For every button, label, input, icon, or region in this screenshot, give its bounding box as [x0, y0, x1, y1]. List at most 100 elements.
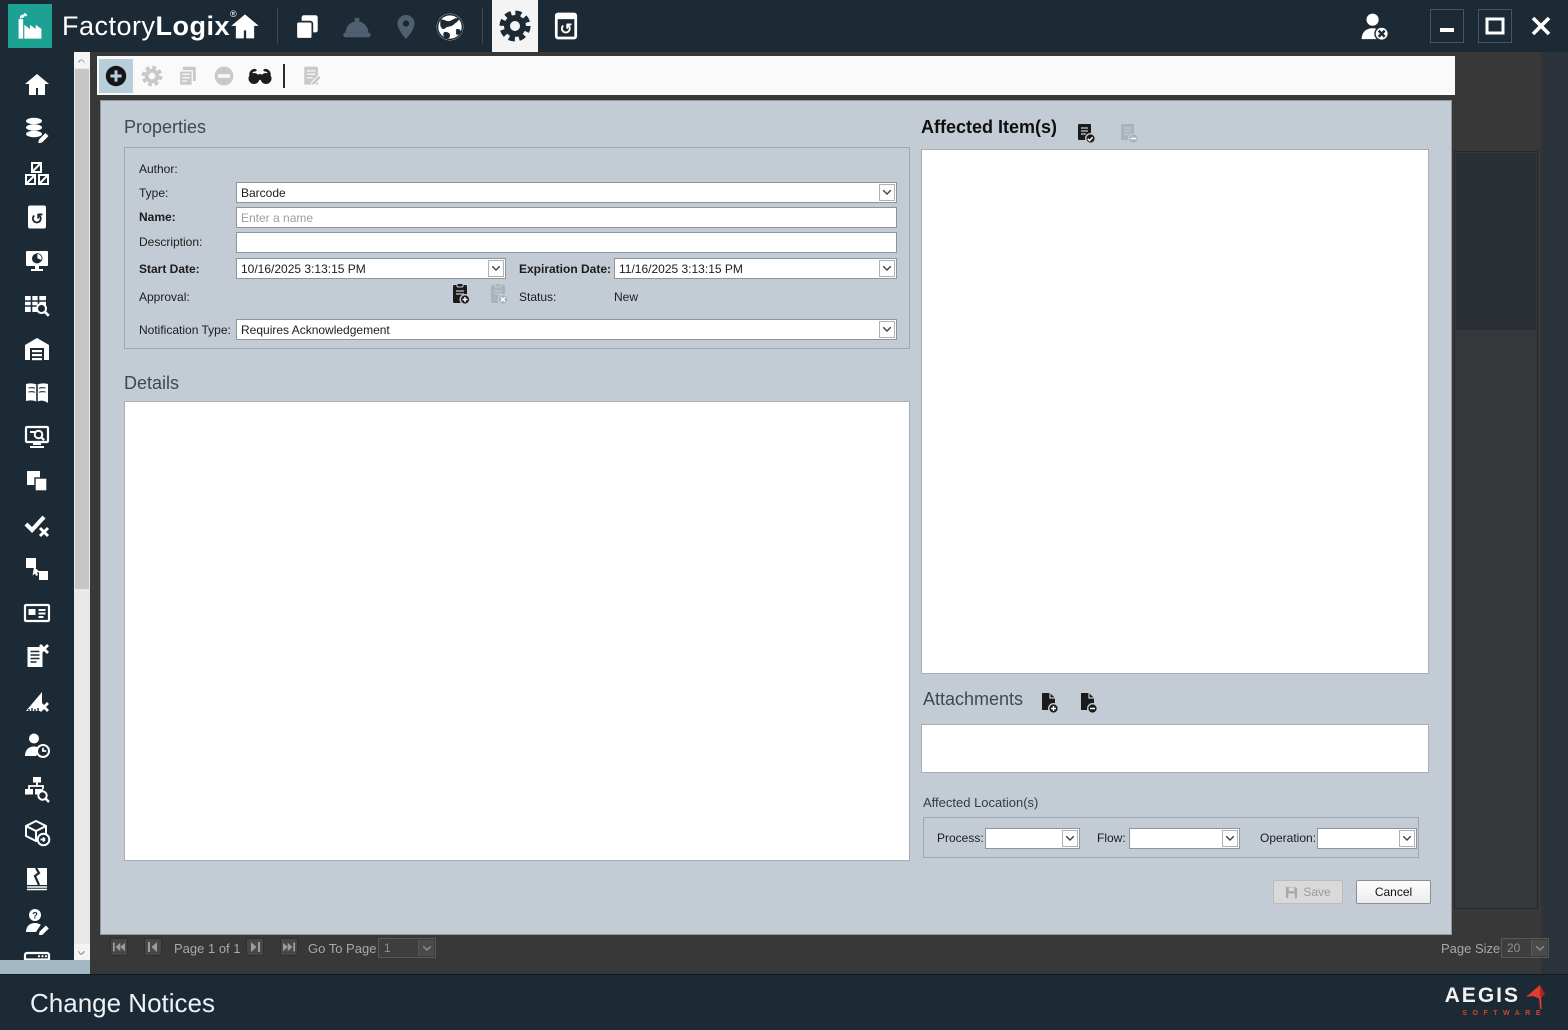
sidebar-scrollbar[interactable]: ᨈ ᨆ: [74, 52, 90, 960]
settings-gear-icon[interactable]: [492, 0, 538, 52]
start-date-picker[interactable]: 10/16/2025 3:13:15 PM: [236, 258, 506, 279]
edit-document-button: [295, 59, 329, 93]
navigation-sidebar: ↺ ?: [0, 52, 74, 960]
next-page-button[interactable]: [246, 938, 264, 956]
minimize-button[interactable]: [1430, 9, 1464, 43]
add-button[interactable]: [99, 59, 133, 93]
sidebar-document-copy-icon[interactable]: [22, 466, 52, 496]
toolbar-divider: [283, 64, 285, 88]
copy-button: [171, 59, 205, 93]
sidebar-check-x-icon[interactable]: [22, 510, 52, 540]
type-label: Type:: [139, 186, 168, 200]
notification-type-label: Notification Type:: [139, 323, 231, 337]
last-page-button[interactable]: [280, 938, 298, 956]
name-input[interactable]: [236, 207, 897, 228]
sidebar-ruler-delete-icon[interactable]: [22, 686, 52, 716]
sidebar-warehouse-icon[interactable]: [22, 334, 52, 364]
status-bar: Change Notices AEGIS SOFTWARE: [0, 974, 1568, 1030]
affected-items-add-icon[interactable]: [1076, 123, 1097, 145]
floppy-disk-icon: [1285, 886, 1298, 899]
sidebar-document-delete-icon[interactable]: [22, 642, 52, 672]
aegis-flag-icon: [1524, 983, 1546, 1009]
chevron-down-icon[interactable]: [879, 321, 895, 338]
flow-label: Flow:: [1097, 831, 1126, 845]
svg-text:↺: ↺: [560, 22, 572, 38]
chevron-down-icon[interactable]: [1531, 940, 1547, 956]
description-input[interactable]: [236, 232, 897, 253]
sidebar-package-damaged-icon[interactable]: [22, 862, 52, 892]
sidebar-document-history-icon[interactable]: ↺: [22, 202, 52, 232]
expiration-date-picker[interactable]: 11/16/2025 3:13:15 PM: [614, 258, 897, 279]
operation-select[interactable]: [1317, 828, 1417, 849]
background-edge: [1541, 52, 1568, 974]
attachments-list[interactable]: [921, 724, 1429, 773]
sidebar-hierarchy-search-icon[interactable]: [22, 774, 52, 804]
name-label: Name:: [139, 210, 176, 224]
page-size-label: Page Size: [1441, 941, 1500, 956]
description-label: Description:: [139, 235, 202, 249]
sidebar-book-icon[interactable]: [22, 378, 52, 408]
divider: [277, 8, 278, 44]
chevron-down-icon[interactable]: [1399, 830, 1415, 847]
attachment-remove-icon[interactable]: [1078, 692, 1099, 715]
divider: [482, 8, 483, 44]
page-size-select[interactable]: 20: [1501, 938, 1549, 958]
chevron-down-icon[interactable]: [879, 184, 895, 201]
chevron-down-icon[interactable]: [1222, 830, 1238, 847]
close-button[interactable]: [1524, 9, 1558, 43]
approval-add-icon[interactable]: [451, 283, 471, 306]
goto-page-select[interactable]: 1: [378, 938, 436, 958]
home-icon[interactable]: [228, 10, 262, 44]
scroll-down-icon[interactable]: ᨆ: [74, 944, 90, 960]
previous-page-button[interactable]: [144, 938, 162, 956]
background-grid-header: [1456, 153, 1536, 330]
cancel-button[interactable]: Cancel: [1356, 880, 1431, 904]
new-change-notice-dialog: Properties Author: Type: Barcode Name: D…: [100, 100, 1452, 935]
chevron-down-icon[interactable]: [488, 260, 504, 277]
change-notice-toolbar: [97, 56, 1455, 95]
sidebar-package-add-icon[interactable]: [22, 818, 52, 848]
sidebar-table-search-icon[interactable]: [22, 290, 52, 320]
process-label: Process:: [937, 831, 984, 845]
sidebar-window-icon[interactable]: [22, 950, 52, 960]
chevron-down-icon[interactable]: [879, 260, 895, 277]
chevron-down-icon[interactable]: [1062, 830, 1078, 847]
sidebar-id-card-icon[interactable]: [22, 598, 52, 628]
sidebar-dashboard-monitor-icon[interactable]: [22, 246, 52, 276]
remove-button: [207, 59, 241, 93]
documents-icon[interactable]: [290, 10, 324, 44]
title-bar: FactoryLogix®: [0, 0, 1568, 52]
sidebar-person-time-icon[interactable]: [22, 730, 52, 760]
revision-history-icon[interactable]: ↺: [549, 9, 583, 43]
sidebar-home-icon[interactable]: [22, 70, 52, 100]
svg-text:↺: ↺: [31, 211, 44, 228]
scrollbar-thumb[interactable]: [75, 69, 89, 589]
find-button[interactable]: [243, 59, 277, 93]
flow-select[interactable]: [1129, 828, 1240, 849]
details-editor[interactable]: [124, 401, 910, 861]
chevron-down-icon[interactable]: [418, 940, 434, 956]
notification-type-select[interactable]: Requires Acknowledgement: [236, 319, 897, 340]
type-select[interactable]: Barcode: [236, 182, 897, 203]
approval-label: Approval:: [139, 290, 190, 304]
sidebar-transfer-icon[interactable]: [22, 554, 52, 584]
maximize-button[interactable]: [1478, 9, 1512, 43]
factorylogix-window: FactoryLogix®: [0, 0, 1568, 1030]
globe-icon[interactable]: [433, 10, 467, 44]
status-label: Status:: [519, 290, 556, 304]
start-date-label: Start Date:: [139, 262, 200, 276]
scroll-up-icon[interactable]: ᨈ: [74, 52, 90, 68]
user-disconnect-icon[interactable]: [1358, 10, 1392, 44]
sidebar-person-question-edit-icon[interactable]: ?: [22, 906, 52, 936]
first-page-button[interactable]: [110, 938, 128, 956]
sidebar-assembly-blocks-icon[interactable]: [22, 158, 52, 188]
save-button: Save: [1273, 880, 1343, 904]
attachment-add-icon[interactable]: [1039, 692, 1060, 715]
process-select[interactable]: [985, 828, 1080, 849]
app-title: FactoryLogix®: [62, 9, 237, 42]
approval-remove-icon: [489, 283, 509, 306]
sidebar-database-edit-icon[interactable]: [22, 114, 52, 144]
sidebar-monitor-search-icon[interactable]: [22, 422, 52, 452]
hardhat-icon: [340, 10, 374, 44]
affected-items-list[interactable]: [921, 149, 1429, 674]
